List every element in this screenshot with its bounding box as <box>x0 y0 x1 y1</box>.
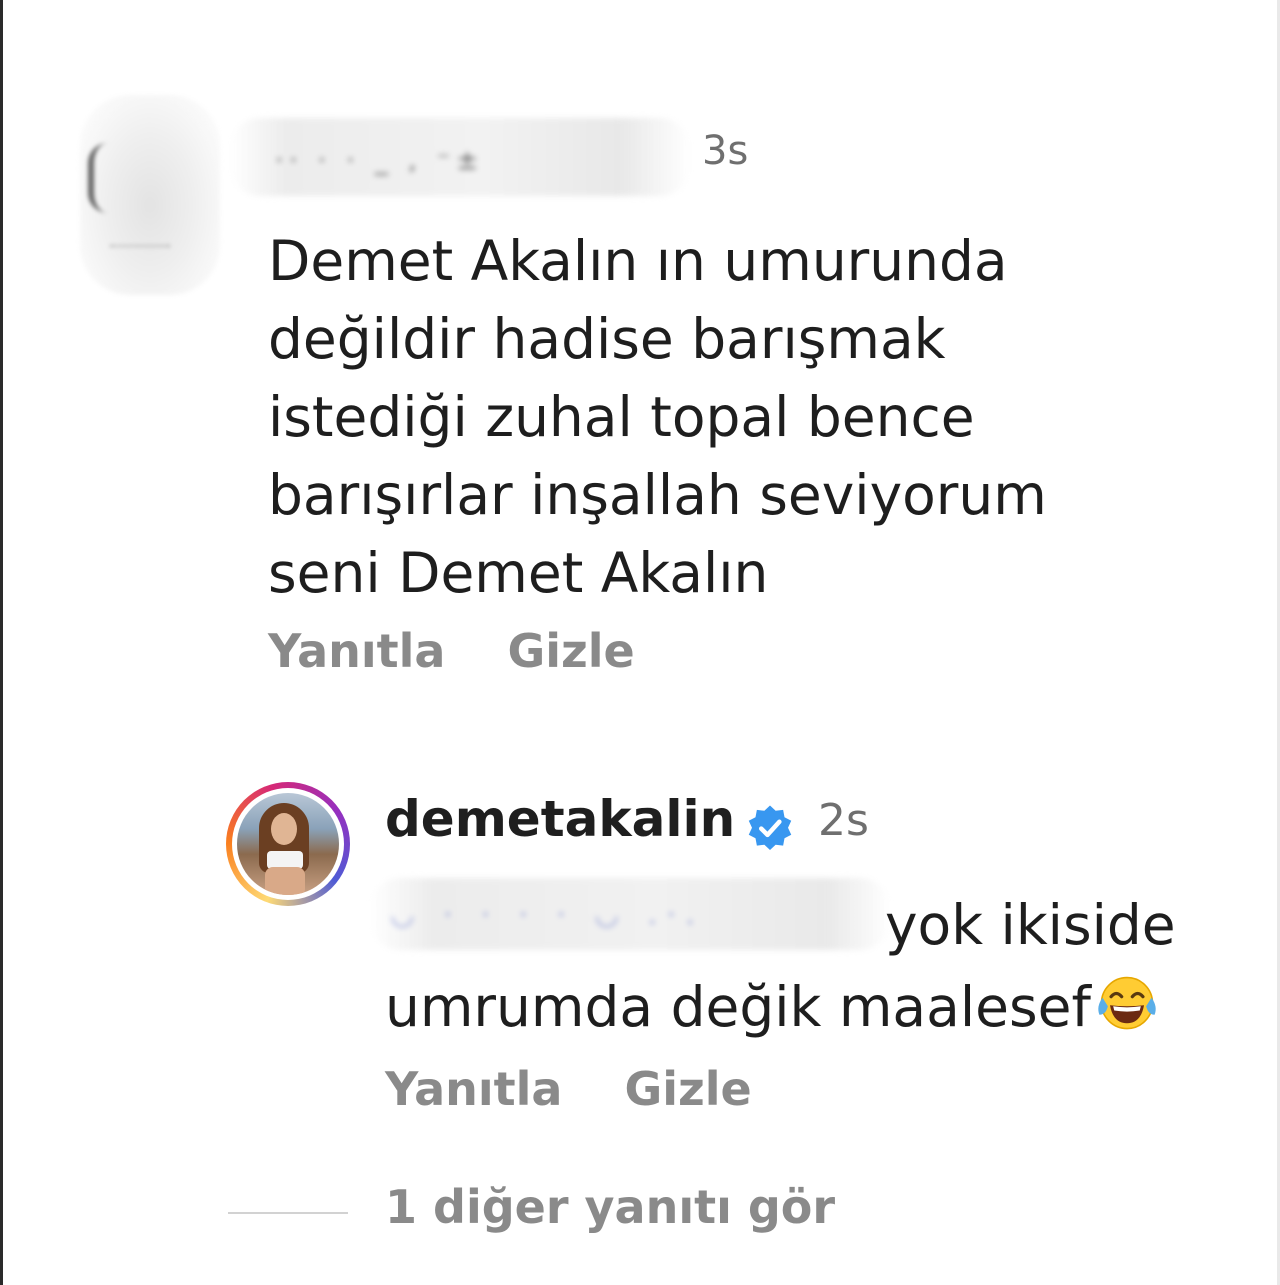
reply-timestamp: 2s <box>818 795 869 846</box>
avatar[interactable] <box>226 782 350 906</box>
view-more-replies-button[interactable]: 1 diğer yanıtı gör <box>385 1180 835 1234</box>
reply-actions: Yanıtla Gizle <box>385 1062 752 1116</box>
comment-text-line: seni Demet Akalın <box>268 541 769 605</box>
reply-button[interactable]: Yanıtla <box>268 624 445 678</box>
reply-text-line-2: umrumda değik maalesef <box>385 975 1091 1039</box>
redacted-avatar <box>80 95 220 295</box>
redacted-username <box>230 118 690 196</box>
comment-text-line: istediği zuhal topal bence <box>268 385 975 449</box>
reply-username[interactable]: demetakalin <box>385 790 735 848</box>
avatar-photo <box>237 793 339 895</box>
comment-actions: Yanıtla Gizle <box>268 624 635 678</box>
hide-button[interactable]: Gizle <box>624 1062 751 1116</box>
comment-text: Demet Akalın ın umurunda değildir hadise… <box>268 222 1168 612</box>
reply-button[interactable]: Yanıtla <box>385 1062 562 1116</box>
comment-text-line: barışırlar inşallah seviyorum <box>268 463 1047 527</box>
reply-text-line: yok ikiside <box>885 893 1176 957</box>
hide-button[interactable]: Gizle <box>507 624 634 678</box>
laughing-tears-emoji-icon <box>1098 976 1156 1030</box>
more-replies-divider <box>228 1212 348 1214</box>
comment-timestamp: 3s <box>702 128 749 174</box>
comment-text-line: değildir hadise barışmak <box>268 307 946 371</box>
comment-text-line: Demet Akalın ın umurunda <box>268 229 1008 293</box>
frame-edge <box>0 0 3 1285</box>
reply-text: yok ikiside umrumda değik maalesef <box>385 884 1265 1048</box>
verified-badge-icon <box>748 805 792 850</box>
avatar-ring-inner <box>232 788 344 900</box>
reply-text-line: umrumda değik maalesef <box>385 966 1265 1048</box>
